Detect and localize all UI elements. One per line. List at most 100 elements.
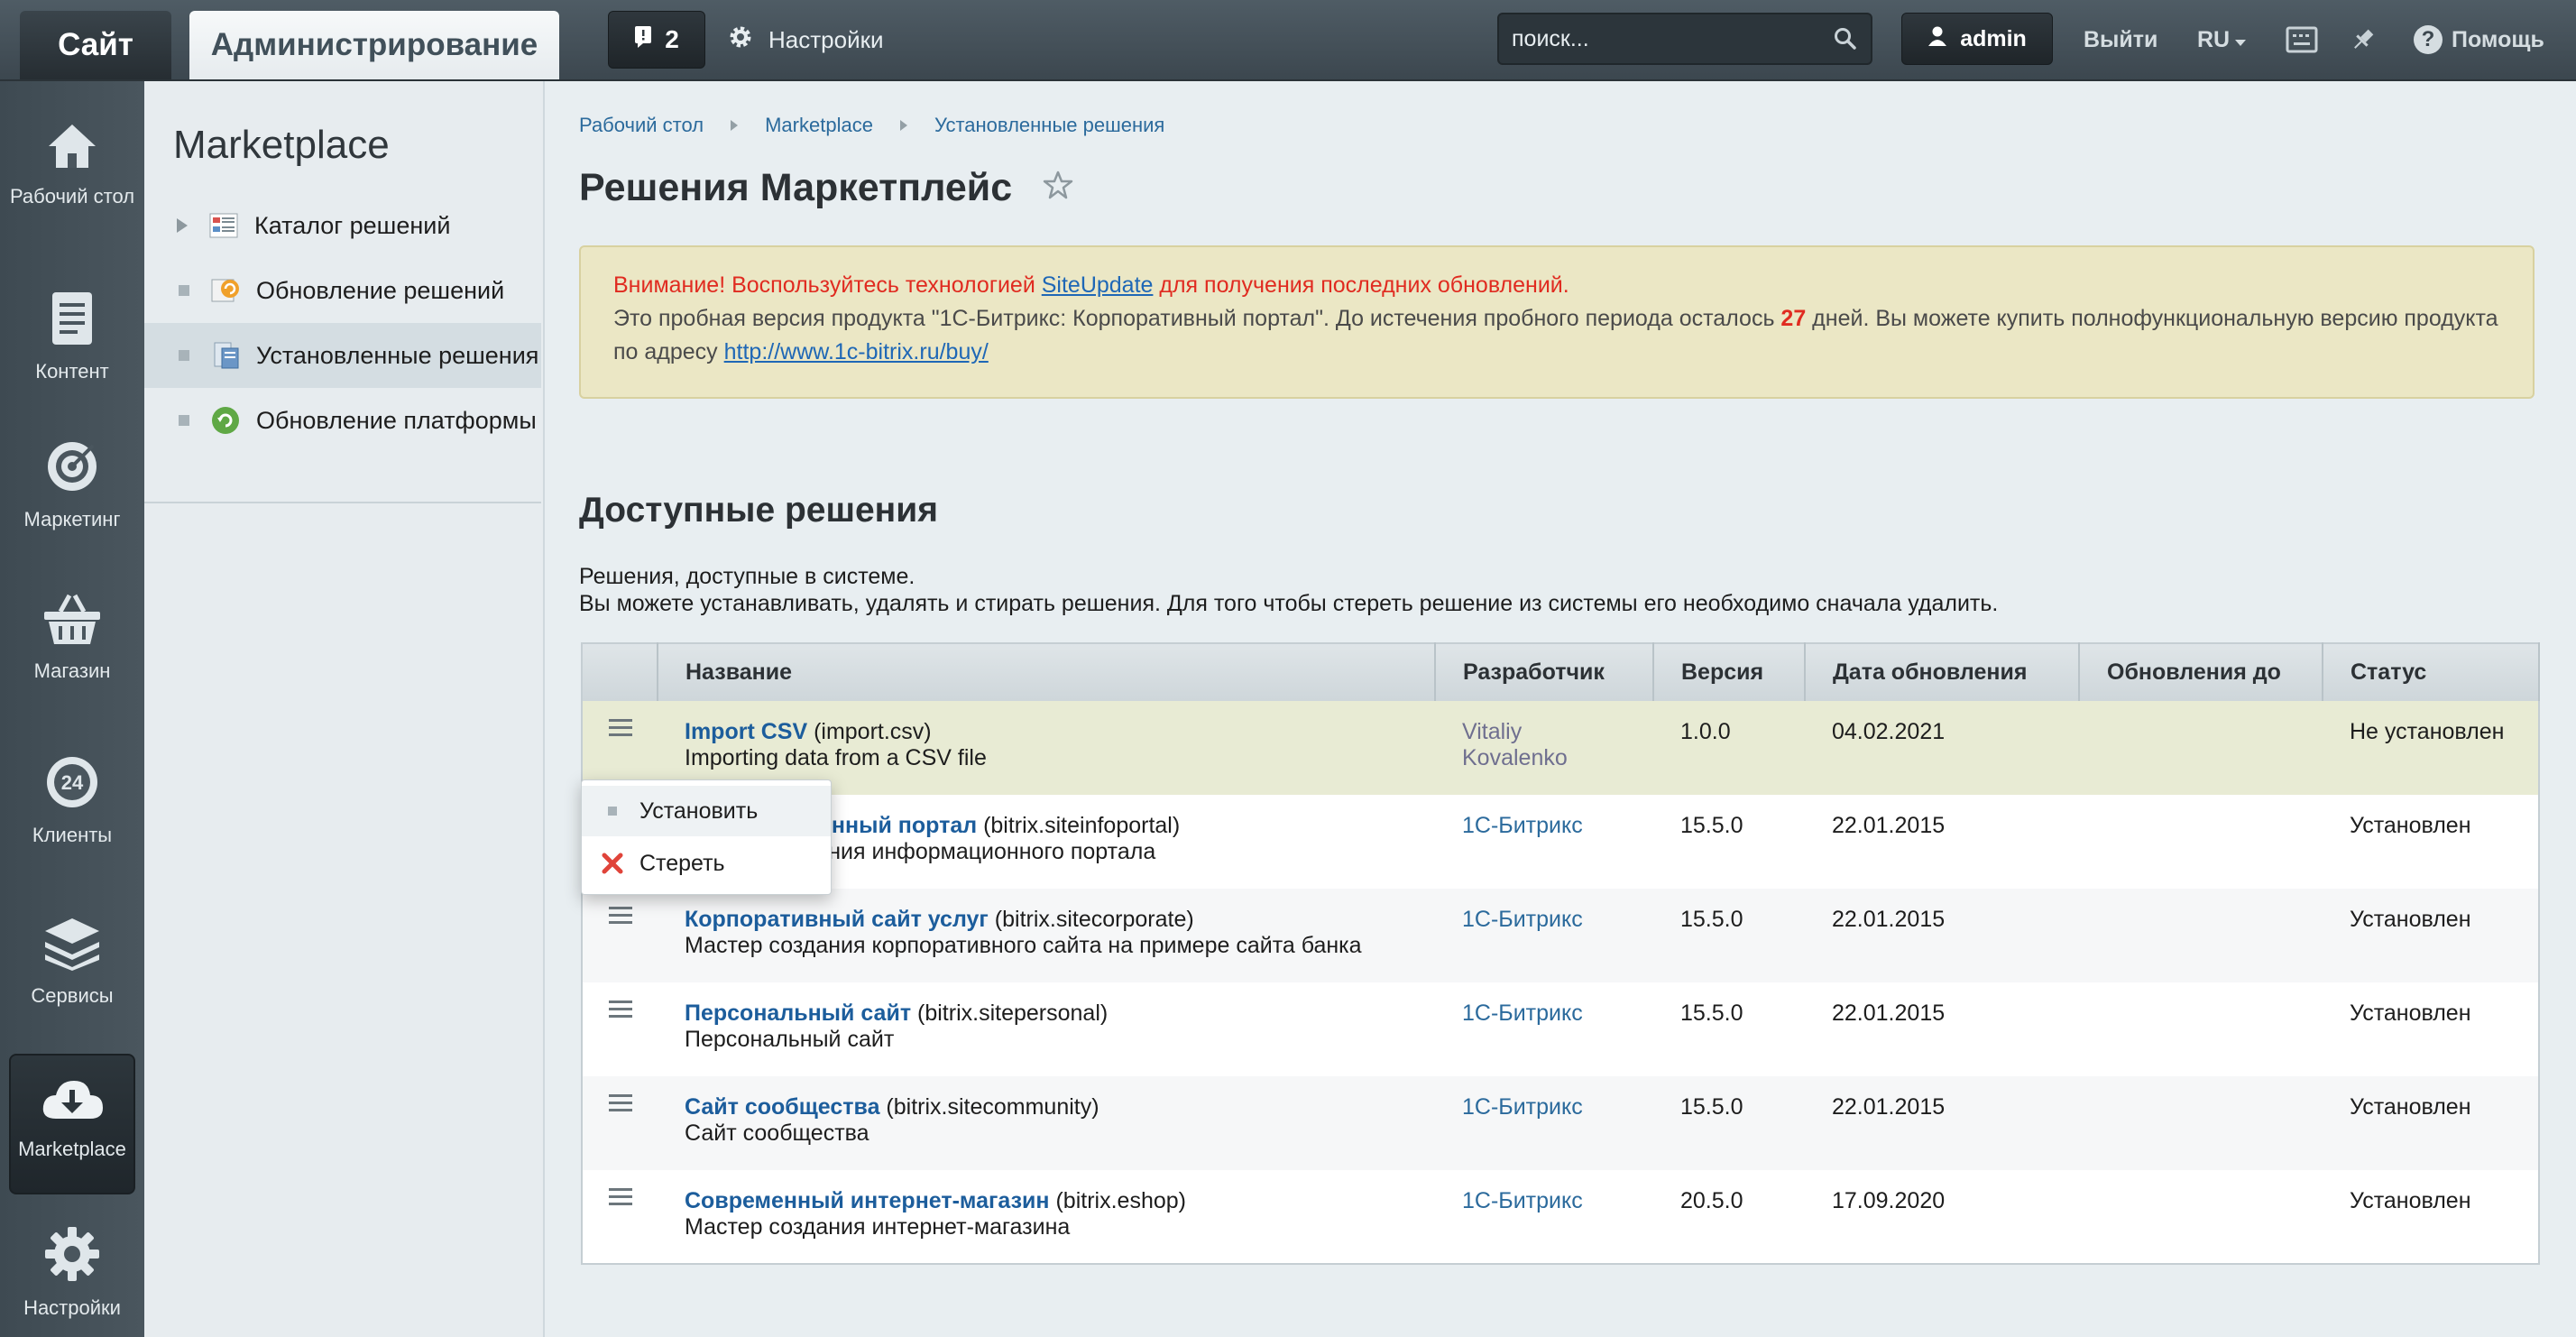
pin-icon[interactable]	[2345, 23, 2381, 56]
row-menu-icon[interactable]	[608, 907, 632, 925]
search-icon[interactable]	[1820, 27, 1871, 51]
tab-administration[interactable]: Администрирование	[189, 11, 559, 79]
developer-link[interactable]: Vitaliy Kovalenko	[1462, 719, 1568, 770]
notifications-button[interactable]: 2	[608, 11, 705, 69]
table-row[interactable]: Корпоративный сайт услуг (bitrix.sitecor…	[582, 889, 2539, 982]
developer-link[interactable]: 1С-Битрикс	[1462, 1094, 1583, 1120]
trial-notice: Внимание! Воспользуйтесь технологией Sit…	[579, 245, 2535, 399]
submenu-divider	[144, 502, 541, 503]
layers-icon	[41, 915, 103, 984]
table-row[interactable]: Import CSV (import.csv) Importing data fr…	[582, 701, 2539, 795]
solution-code: (bitrix.sitepersonal)	[917, 1000, 1109, 1026]
solution-code: (bitrix.siteinfoportal)	[983, 813, 1181, 838]
user-name: admin	[1960, 25, 2027, 51]
submenu-item-catalog[interactable]: Каталог решений	[144, 193, 541, 258]
column-header-version[interactable]: Версия	[1653, 643, 1806, 701]
tab-site[interactable]: Сайт	[20, 11, 171, 79]
solution-name-link[interactable]: Корпоративный сайт услуг	[685, 907, 989, 932]
main-menu-label: Сервисы	[31, 984, 114, 1008]
install-menu-item[interactable]: Установить	[582, 786, 831, 836]
submenu-item-installed[interactable]: Установленные решения	[144, 323, 541, 388]
page-title: Решения Маркетплейс	[579, 166, 1073, 210]
solution-name-link[interactable]: Сайт сообщества	[685, 1094, 879, 1120]
row-menu-icon[interactable]	[608, 1188, 632, 1206]
page-title-text: Решения Маркетплейс	[579, 166, 1013, 209]
language-selector[interactable]: RU	[2197, 11, 2247, 69]
developer-link[interactable]: 1С-Битрикс	[1462, 813, 1583, 838]
main-menu-label: Настройки	[23, 1296, 121, 1320]
submenu-title: Marketplace	[173, 123, 390, 167]
keyboard-shortcuts-icon[interactable]	[2284, 23, 2320, 56]
status-cell: Установлен	[2323, 795, 2539, 889]
main-menu-item-clients[interactable]: 24 Клиенты	[9, 754, 135, 847]
main-menu-item-marketplace[interactable]: Marketplace	[9, 1054, 135, 1194]
column-header-name[interactable]: Название	[658, 643, 1436, 701]
main-menu-item-services[interactable]: Сервисы	[9, 915, 135, 1008]
developer-link[interactable]: 1С-Битрикс	[1462, 1000, 1583, 1026]
main-menu-item-content[interactable]: Контент	[9, 290, 135, 383]
developer-cell: 1С-Битрикс	[1435, 1170, 1653, 1264]
notice-warning-text: для получения последних обновлений.	[1153, 272, 1569, 298]
name-cell: Персональный сайт (bitrix.sitepersonal) П…	[658, 982, 1435, 1076]
main-menu-label: Marketplace	[18, 1138, 126, 1161]
document-icon	[49, 290, 96, 360]
column-header-update-date[interactable]: Дата обновления	[1805, 643, 2080, 701]
update-date-cell: 22.01.2015	[1805, 889, 2079, 982]
section-description-line: Решения, доступные в системе.	[579, 564, 915, 589]
chevron-down-icon	[2235, 27, 2247, 53]
submenu-item-update-solutions[interactable]: Обновление решений	[144, 258, 541, 323]
solution-name-link[interactable]: Персональный сайт	[685, 1000, 911, 1026]
star-icon[interactable]	[1043, 166, 1073, 210]
row-menu-icon[interactable]	[608, 1000, 632, 1019]
search-box	[1497, 13, 1872, 65]
row-menu-icon[interactable]	[608, 1094, 632, 1112]
breadcrumb-item[interactable]: Marketplace	[765, 114, 873, 137]
expand-arrow-icon[interactable]	[177, 218, 188, 233]
developer-link[interactable]: 1С-Битрикс	[1462, 1188, 1583, 1213]
column-header-status[interactable]: Статус	[2323, 643, 2540, 701]
main-menu-item-marketing[interactable]: Маркетинг	[9, 438, 135, 531]
breadcrumb-item[interactable]: Установленные решения	[934, 114, 1164, 137]
table-row[interactable]: Современный интернет-магазин (bitrix.esh…	[582, 1170, 2539, 1264]
buy-link[interactable]: http://www.1c-bitrix.ru/buy/	[724, 339, 989, 364]
top-panel: Сайт Администрирование 2 Настройки admin…	[0, 0, 2576, 81]
submenu-item-platform-update[interactable]: Обновление платформы	[144, 388, 541, 453]
user-button[interactable]: admin	[1901, 13, 2053, 65]
breadcrumb-separator-icon	[899, 120, 907, 131]
main-menu-label: Клиенты	[32, 824, 113, 847]
help-link[interactable]: ? Помощь	[2414, 11, 2544, 69]
trial-days-count: 27	[1780, 306, 1807, 331]
row-menu-icon[interactable]	[608, 719, 632, 737]
update-solutions-icon	[209, 274, 242, 307]
name-cell: Сайт сообщества (bitrix.sitecommunity) Са…	[658, 1076, 1435, 1170]
section-title: Доступные решения	[579, 491, 938, 530]
submenu-item-label: Установленные решения	[256, 341, 539, 369]
version-cell: 15.5.0	[1653, 982, 1805, 1076]
table-row[interactable]: Персональный сайт (bitrix.sitepersonal) П…	[582, 982, 2539, 1076]
section-description-line: Вы можете устанавливать, удалять и стира…	[579, 591, 1999, 616]
column-header-actions	[582, 643, 658, 701]
search-input[interactable]	[1499, 24, 1820, 53]
solution-name-link[interactable]: Import CSV	[685, 719, 807, 744]
developer-cell: 1С-Битрикс	[1435, 982, 1653, 1076]
column-header-updates-until[interactable]: Обновления до	[2079, 643, 2323, 701]
settings-link[interactable]: Настройки	[727, 11, 884, 69]
notifications-count: 2	[665, 25, 679, 53]
settings-label: Настройки	[768, 25, 884, 53]
column-header-developer[interactable]: Разработчик	[1435, 643, 1654, 701]
table-row[interactable]: Информационный портал (bitrix.siteinfopo…	[582, 795, 2539, 889]
main-menu-item-shop[interactable]: Магазин	[9, 592, 135, 683]
solution-name-link[interactable]: Современный интернет-магазин	[685, 1188, 1050, 1213]
row-actions-cell	[582, 1170, 658, 1264]
developer-link[interactable]: 1С-Битрикс	[1462, 907, 1583, 932]
bullet-icon	[179, 350, 189, 361]
developer-cell: 1С-Битрикс	[1435, 1076, 1653, 1170]
table-row[interactable]: Сайт сообщества (bitrix.sitecommunity) Са…	[582, 1076, 2539, 1170]
erase-menu-item[interactable]: Стереть	[582, 838, 831, 889]
breadcrumb-item[interactable]: Рабочий стол	[579, 114, 704, 137]
update-date-cell: 22.01.2015	[1805, 795, 2079, 889]
main-menu-item-settings[interactable]: Настройки	[9, 1225, 135, 1320]
main-menu-item-desktop[interactable]: Рабочий стол	[9, 121, 135, 208]
logout-link[interactable]: Выйти	[2084, 11, 2157, 69]
siteupdate-link[interactable]: SiteUpdate	[1042, 272, 1154, 298]
